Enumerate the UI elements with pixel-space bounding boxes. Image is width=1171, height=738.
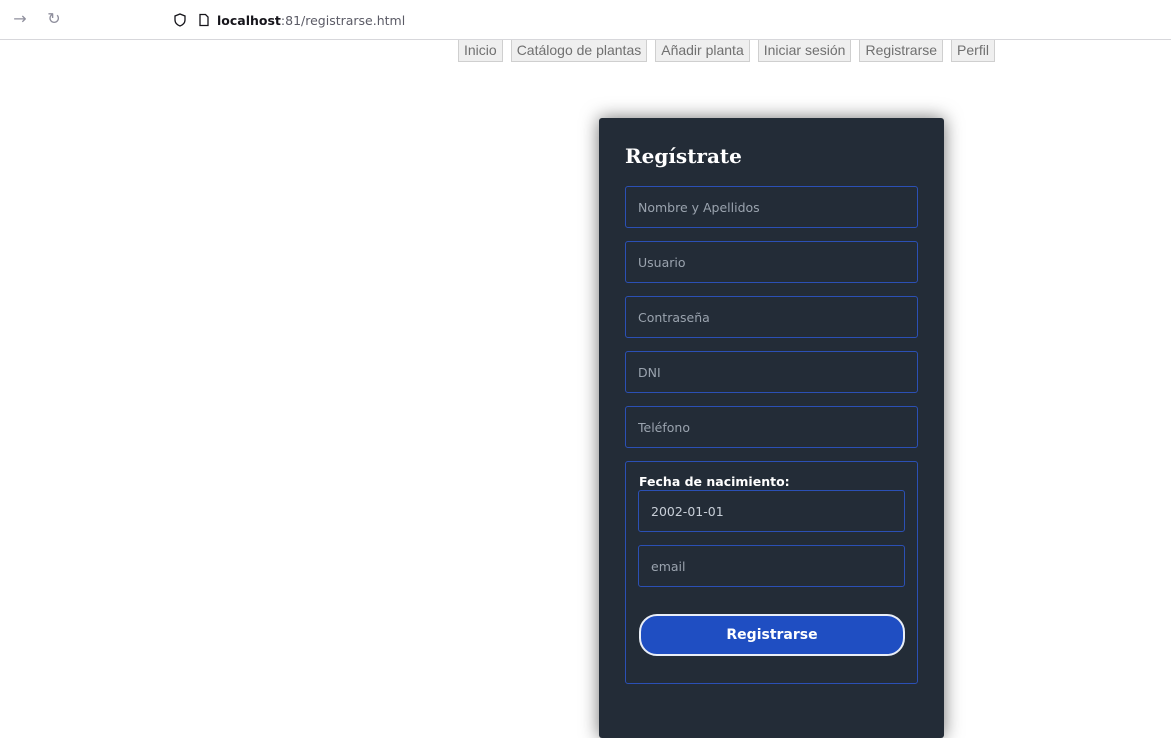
reload-icon[interactable]: ↻ — [44, 9, 64, 29]
fecha-label: Fecha de nacimiento: — [639, 474, 790, 489]
form-title: Regístrate — [625, 144, 742, 168]
browser-toolbar: → ↻ localhost:81/registrarse.html — [0, 0, 1171, 40]
fecha-fieldset: Fecha de nacimiento: Registrarse — [625, 461, 918, 684]
usuario-input[interactable] — [625, 241, 918, 283]
shield-icon — [174, 13, 186, 27]
nav-iniciar-sesion[interactable]: Iniciar sesión — [757, 40, 852, 62]
page-icon — [199, 13, 209, 27]
nav-perfil[interactable]: Perfil — [951, 40, 995, 62]
nav-registrarse[interactable]: Registrarse — [859, 40, 944, 62]
telefono-input[interactable] — [625, 406, 918, 448]
dni-input[interactable] — [625, 351, 918, 393]
url-host: localhost — [217, 12, 281, 28]
main-nav: Inicio Catálogo de plantas Añadir planta… — [458, 40, 995, 62]
register-button[interactable]: Registrarse — [639, 614, 905, 656]
register-card: Regístrate Fecha de nacimiento: Registra… — [599, 118, 944, 738]
fecha-input[interactable] — [638, 490, 905, 532]
url-path: :81/registrarse.html — [280, 12, 406, 28]
email-input[interactable] — [638, 545, 905, 587]
nombre-input[interactable] — [625, 186, 918, 228]
password-input[interactable] — [625, 296, 918, 338]
address-bar[interactable]: localhost:81/registrarse.html — [173, 6, 1163, 34]
forward-arrow-icon[interactable]: → — [10, 9, 30, 29]
nav-catalogo[interactable]: Catálogo de plantas — [510, 40, 648, 62]
nav-anadir-planta[interactable]: Añadir planta — [655, 40, 750, 62]
nav-inicio[interactable]: Inicio — [458, 40, 503, 62]
